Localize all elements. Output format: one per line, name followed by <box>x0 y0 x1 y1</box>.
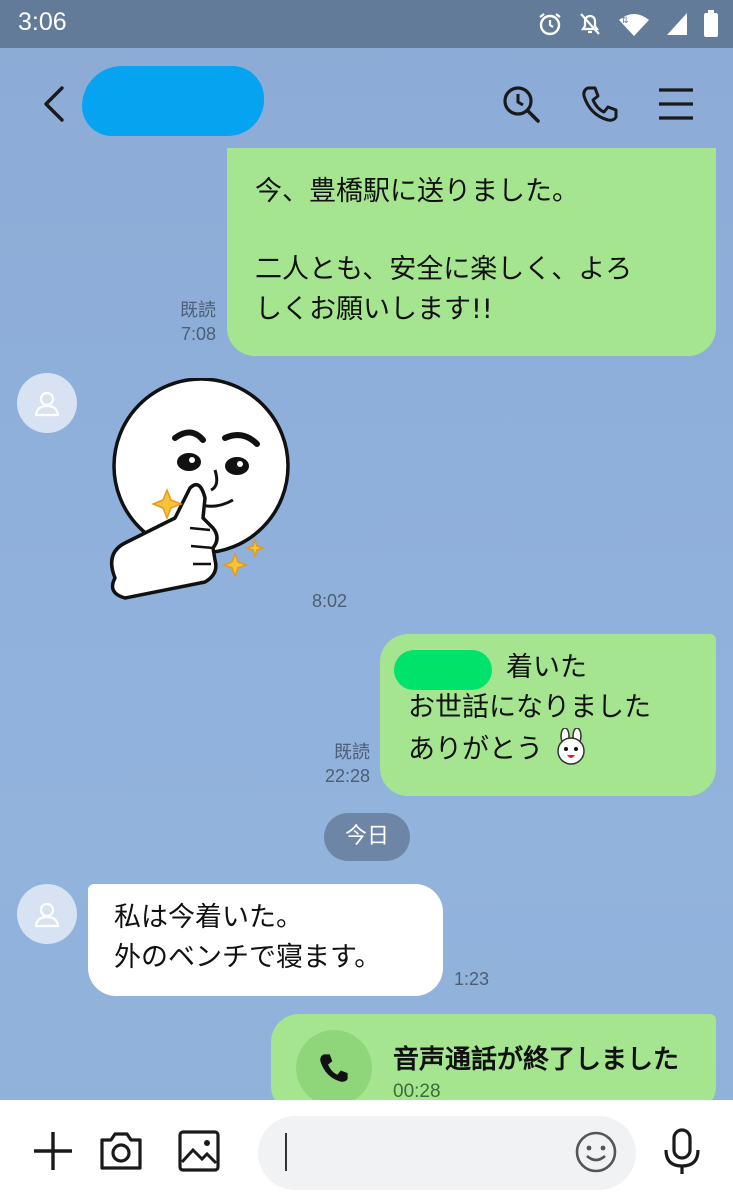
avatar[interactable] <box>17 373 77 433</box>
message-text-line: ありがとう <box>408 727 716 770</box>
user-icon <box>34 391 60 417</box>
message-bubble-incoming[interactable]: 私は今着いた。 外のベンチで寝ます。 <box>88 884 443 996</box>
menu-icon[interactable] <box>656 84 696 124</box>
mic-icon[interactable] <box>660 1128 704 1174</box>
phone-icon[interactable] <box>580 84 620 124</box>
message-meta: 既読 22:28 <box>306 740 370 788</box>
wifi-icon: ⇅4 <box>619 11 649 36</box>
day-separator: 今日 <box>324 813 410 861</box>
battery-icon <box>704 10 718 37</box>
text-cursor <box>285 1133 287 1171</box>
svg-text:4: 4 <box>640 26 646 36</box>
message-time: 1:23 <box>454 969 490 989</box>
alarm-icon <box>539 13 561 36</box>
call-icon <box>296 1030 372 1106</box>
user-icon <box>34 902 60 928</box>
sticker-moon-thumbs-up[interactable] <box>95 378 295 610</box>
message-text-visible: 着いた <box>506 652 587 683</box>
redacted-contact-name <box>82 66 264 136</box>
read-receipt: 既読 <box>180 300 216 320</box>
status-icons: ⇅ 4 <box>537 10 719 38</box>
message-time: 7:08 <box>180 324 216 344</box>
message-meta: 既読 7:08 <box>160 298 216 346</box>
message-text-visible: ありがとう <box>408 734 543 765</box>
signal-icon <box>667 13 687 35</box>
message-text-line: 私は今着いた。 <box>114 902 303 933</box>
plus-icon[interactable] <box>30 1128 76 1174</box>
redacted-text <box>394 650 492 690</box>
emoji-icon[interactable] <box>574 1130 618 1174</box>
message-text-line: お世話になりました <box>408 692 651 723</box>
bell-off-icon <box>580 13 600 35</box>
message-time: 22:28 <box>324 766 370 786</box>
avatar[interactable] <box>17 884 77 944</box>
svg-text:⇅: ⇅ <box>621 16 629 26</box>
image-icon[interactable] <box>176 1128 222 1174</box>
status-bar: 3:06 ⇅ 4 <box>0 0 733 48</box>
call-title: 音声通話が終了しました <box>393 1045 680 1075</box>
message-text-line: しくお願いします!! <box>255 294 493 325</box>
status-time: 3:06 <box>18 8 67 36</box>
camera-icon[interactable] <box>98 1128 144 1174</box>
read-receipt: 既読 <box>334 742 370 762</box>
message-bubble-outgoing[interactable]: 今、豊橋駅に送りました。 二人とも、安全に楽しく、よろ しくお願いします!! <box>227 148 716 356</box>
message-time: 8:02 <box>312 591 348 611</box>
bunny-emoji-icon <box>556 727 585 765</box>
message-text-line: 外のベンチで寝ます。 <box>114 942 382 973</box>
search-clock-icon[interactable] <box>500 84 540 124</box>
phone-icon <box>320 1054 348 1082</box>
back-icon[interactable] <box>36 84 72 124</box>
message-text-line: 二人とも、安全に楽しく、よろ <box>255 254 633 285</box>
message-text-line: 今、豊橋駅に送りました。 <box>255 176 579 207</box>
message-input-bar <box>0 1100 733 1200</box>
